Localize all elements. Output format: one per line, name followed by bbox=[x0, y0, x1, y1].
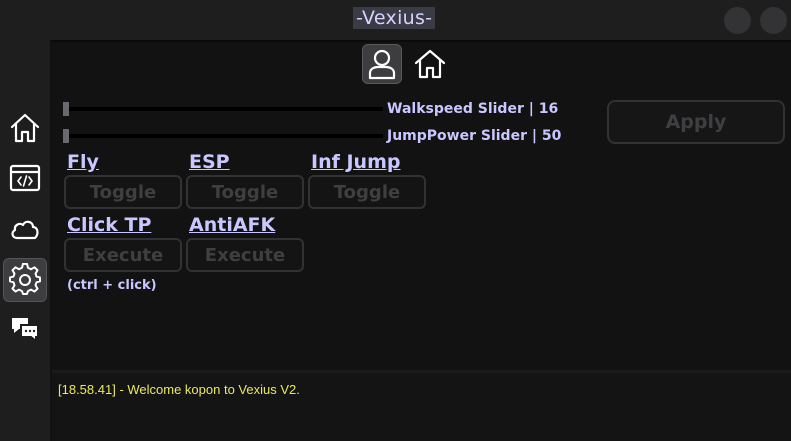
fly-label: Fly bbox=[67, 151, 99, 173]
inf-jump-toggle-button[interactable]: Toggle bbox=[308, 175, 426, 209]
sidebar-item-cloud[interactable] bbox=[3, 207, 47, 251]
console-line: [18.58.41] - Welcome kopon to Vexius V2. bbox=[58, 382, 300, 397]
sidebar-item-home[interactable] bbox=[3, 106, 47, 150]
console-output[interactable]: [18.58.41] - Welcome kopon to Vexius V2. bbox=[52, 370, 791, 441]
close-button[interactable] bbox=[760, 7, 787, 34]
walkspeed-slider[interactable] bbox=[63, 102, 383, 116]
title-bar[interactable]: -Vexius- bbox=[0, 0, 791, 40]
window-title: -Vexius- bbox=[353, 7, 436, 29]
inf-jump-label: Inf Jump bbox=[311, 151, 401, 173]
home-icon bbox=[10, 113, 40, 143]
top-divider bbox=[52, 40, 791, 42]
click-tp-hint: (ctrl + click) bbox=[67, 278, 157, 293]
tab-player[interactable] bbox=[362, 44, 402, 84]
esp-toggle-button[interactable]: Toggle bbox=[186, 175, 304, 209]
code-window-icon bbox=[9, 164, 41, 192]
user-icon bbox=[368, 49, 396, 80]
gear-icon bbox=[9, 263, 41, 295]
click-tp-execute-button[interactable]: Execute bbox=[64, 238, 182, 272]
sidebar-item-chat[interactable] bbox=[3, 306, 47, 350]
tab-home[interactable] bbox=[410, 44, 450, 84]
walkspeed-slider-track[interactable] bbox=[67, 107, 383, 111]
walkspeed-slider-knob[interactable] bbox=[63, 102, 69, 116]
esp-label: ESP bbox=[189, 151, 230, 173]
home-icon bbox=[414, 49, 446, 79]
anti-afk-execute-button[interactable]: Execute bbox=[186, 238, 304, 272]
walkspeed-slider-label: Walkspeed Slider | 16 bbox=[387, 101, 559, 117]
anti-afk-label: AntiAFK bbox=[189, 214, 276, 236]
sidebar-item-script-editor[interactable] bbox=[3, 156, 47, 200]
cloud-icon bbox=[11, 220, 39, 240]
apply-button[interactable]: Apply bbox=[607, 100, 785, 144]
jumppower-slider-label: JumpPower Slider | 50 bbox=[387, 128, 562, 144]
fly-toggle-button[interactable]: Toggle bbox=[64, 175, 182, 209]
chat-bubbles-icon bbox=[12, 318, 39, 344]
sidebar-item-settings[interactable] bbox=[3, 258, 47, 302]
jumppower-slider[interactable] bbox=[63, 129, 383, 143]
jumppower-slider-knob[interactable] bbox=[63, 129, 69, 143]
click-tp-label: Click TP bbox=[67, 214, 152, 236]
minimize-button[interactable] bbox=[724, 7, 751, 34]
jumppower-slider-track[interactable] bbox=[67, 134, 383, 138]
